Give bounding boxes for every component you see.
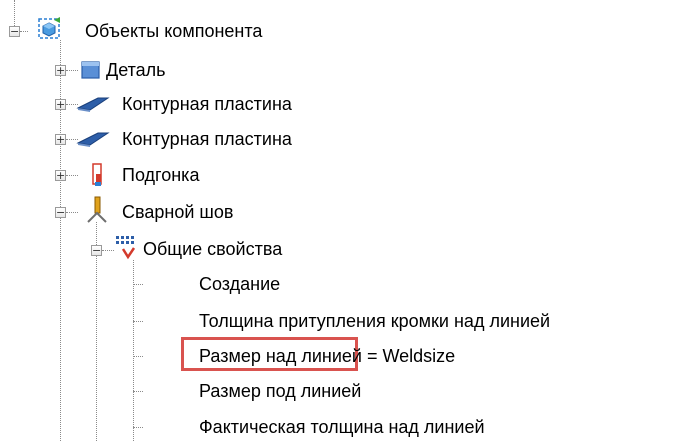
component-objects-icon: [38, 16, 64, 45]
weld-icon: [84, 196, 112, 229]
collapse-toggle[interactable]: −: [55, 207, 66, 218]
tree-branch: [20, 31, 28, 32]
tree-branch: [66, 175, 78, 176]
tree-branch: [133, 356, 143, 357]
collapse-toggle[interactable]: −: [9, 26, 20, 37]
tree-branch: [66, 70, 78, 71]
property-label: Фактическая толщина над линией: [199, 417, 485, 437]
tree-node-label: Контурная пластина: [122, 94, 292, 114]
expand-toggle[interactable]: +: [55, 134, 66, 145]
part-icon: [80, 60, 102, 85]
tree-node-label: Подгонка: [122, 165, 200, 185]
tree-node-label: Контурная пластина: [122, 129, 292, 149]
tree-branch: [133, 391, 143, 392]
tree-node-label: Деталь: [106, 60, 166, 80]
tree-branch: [133, 284, 143, 285]
collapse-toggle[interactable]: −: [91, 245, 102, 256]
general-properties-icon: [113, 233, 139, 266]
tree-branch: [133, 427, 143, 428]
expand-toggle[interactable]: +: [55, 170, 66, 181]
property-label: Размер под линией: [199, 381, 362, 401]
expand-toggle[interactable]: +: [55, 99, 66, 110]
contour-plate-icon: [76, 129, 110, 154]
tree-guide-level3: [133, 260, 134, 441]
tree-branch: [133, 321, 143, 322]
tree-node-label: Сварной шов: [122, 202, 234, 222]
property-label: Размер над линией = Weldsize: [199, 346, 456, 366]
tree-node-label: Общие свойства: [143, 239, 283, 259]
property-label: Толщина притупления кромки над линией: [199, 311, 551, 331]
tree-node-label: Объекты компонента: [85, 21, 263, 41]
fitting-icon: [90, 162, 106, 193]
contour-plate-icon: [76, 94, 110, 119]
property-label: Создание: [199, 274, 281, 294]
expand-toggle[interactable]: +: [55, 65, 66, 76]
tree-branch: [66, 212, 78, 213]
